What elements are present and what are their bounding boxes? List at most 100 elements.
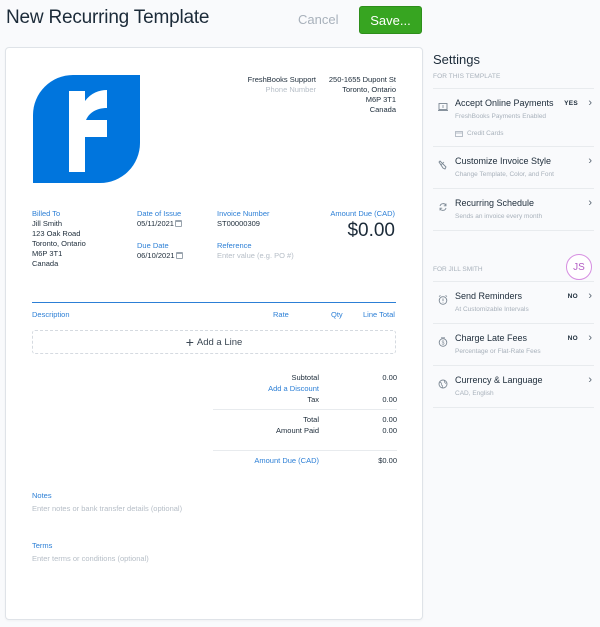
date-of-issue: Date of Issue 05/11/2021: [137, 209, 182, 229]
company-info[interactable]: FreshBooks Support Phone Number: [226, 75, 316, 95]
discount-row: Add a Discount: [213, 383, 397, 394]
phone-field[interactable]: Phone Number: [226, 85, 316, 95]
tax-row: Tax 0.00: [213, 394, 397, 405]
tax-value: 0.00: [382, 395, 397, 404]
terms-label: Terms: [32, 541, 53, 550]
due-date: Due Date 06/10/2021: [137, 241, 183, 261]
total-row: Total 0.00: [213, 414, 397, 425]
total-label: Total: [303, 415, 319, 424]
subtotal-row: Subtotal 0.00: [213, 372, 397, 383]
chevron-right-icon: ›: [588, 290, 592, 302]
terms-input[interactable]: Enter terms or conditions (optional): [32, 554, 149, 564]
billed-line: Canada: [32, 259, 59, 268]
address-line: 250-1655 Dupont St: [328, 75, 396, 84]
status-badge: NO: [567, 293, 578, 300]
client-section-header: FOR JILL SMITH JS: [433, 252, 594, 282]
reference-label: Reference: [217, 241, 252, 250]
chevron-right-icon: ›: [588, 374, 592, 386]
date-of-issue-field[interactable]: 05/11/2021: [137, 219, 182, 229]
company-address[interactable]: 250-1655 Dupont St Toronto, Ontario M6P …: [306, 75, 396, 115]
amount-due-footer-label: Amount Due (CAD): [254, 456, 319, 465]
setting-title: Customize Invoice Style: [455, 156, 552, 166]
totals-divider: [213, 409, 397, 410]
online-payment-icon: [438, 99, 448, 111]
calendar-icon[interactable]: [174, 220, 182, 227]
amount-paid-value: 0.00: [382, 426, 397, 435]
page-title: New Recurring Template: [6, 7, 210, 28]
due-date-label: Due Date: [137, 241, 169, 250]
date-of-issue-label: Date of Issue: [137, 209, 182, 218]
setting-subtitle: Change Template, Color, and Font: [455, 171, 554, 178]
terms-section: Terms Enter terms or conditions (optiona…: [32, 541, 149, 564]
totals-section: Subtotal 0.00 Add a Discount Tax 0.00 To…: [213, 372, 397, 466]
column-description: Description: [32, 310, 70, 319]
billed-to[interactable]: Billed To Jill Smith 123 Oak Road Toront…: [32, 209, 86, 269]
plus-icon: +: [185, 334, 194, 350]
column-qty: Qty: [331, 310, 343, 319]
reference: Reference Enter value (e.g. PO #): [217, 241, 294, 261]
avatar[interactable]: JS: [566, 254, 592, 280]
amount-paid-label: Amount Paid: [276, 426, 319, 435]
svg-text:$: $: [442, 340, 445, 346]
reference-input[interactable]: Enter value (e.g. PO #): [217, 251, 294, 261]
setting-title: Recurring Schedule: [455, 198, 535, 208]
add-discount-link[interactable]: Add a Discount: [213, 383, 319, 394]
address-line: M6P 3T1: [365, 95, 396, 104]
late-fee-icon: $: [438, 334, 448, 347]
save-button[interactable]: Save...: [359, 6, 422, 34]
billed-line: 123 Oak Road: [32, 229, 81, 238]
column-rate: Rate: [273, 310, 289, 319]
due-date-field[interactable]: 06/10/2021: [137, 251, 183, 261]
globe-icon: [438, 376, 448, 389]
invoice-number-label: Invoice Number: [217, 209, 270, 218]
cancel-button[interactable]: Cancel: [298, 12, 338, 27]
notes-label: Notes: [32, 491, 52, 500]
billed-line: Jill Smith: [32, 219, 63, 228]
add-line-button[interactable]: + Add a Line: [32, 330, 396, 354]
chevron-right-icon: ›: [588, 197, 592, 209]
setting-subtitle: At Customizable Intervals: [455, 306, 529, 313]
invoice-card: FreshBooks Support Phone Number 250-1655…: [5, 47, 423, 620]
settings-panel: Settings FOR THIS TEMPLATE Accept Online…: [433, 52, 594, 408]
credit-cards-label: Credit Cards: [467, 130, 504, 137]
setting-customize-invoice-style[interactable]: Customize Invoice Style Change Template,…: [433, 147, 594, 189]
date-of-issue-value: 05/11/2021: [137, 219, 174, 228]
paint-brush-icon: [438, 157, 448, 170]
line-items-divider: [32, 302, 396, 303]
column-line-total: Line Total: [363, 310, 395, 319]
chevron-right-icon: ›: [588, 97, 592, 109]
credit-cards-option[interactable]: Credit Cards: [455, 130, 594, 137]
setting-subtitle: Percentage or Flat-Rate Fees: [455, 348, 541, 355]
setting-currency-language[interactable]: Currency & Language CAD, English ›: [433, 366, 594, 408]
setting-recurring-schedule[interactable]: Recurring Schedule Sends an invoice ever…: [433, 189, 594, 231]
notes-section: Notes Enter notes or bank transfer detai…: [32, 491, 182, 514]
amount-due-footer-value: $0.00: [378, 456, 397, 465]
invoice-number-field[interactable]: ST00000309: [217, 219, 270, 229]
address-line: Toronto, Ontario: [342, 85, 396, 94]
setting-subtitle: CAD, English: [455, 390, 494, 397]
address-line: Canada: [369, 105, 396, 114]
setting-charge-late-fees[interactable]: $ Charge Late Fees Percentage or Flat-Ra…: [433, 324, 594, 366]
freshbooks-logo-icon[interactable]: [33, 75, 140, 183]
setting-subtitle: Sends an invoice every month: [455, 213, 543, 220]
company-name: FreshBooks Support: [247, 75, 316, 84]
notes-input[interactable]: Enter notes or bank transfer details (op…: [32, 504, 182, 514]
setting-title: Currency & Language: [455, 375, 543, 385]
calendar-icon[interactable]: [175, 252, 183, 259]
client-section-heading: FOR JILL SMITH: [433, 266, 483, 273]
amount-due-label: Amount Due (CAD): [330, 209, 395, 218]
status-badge: YES: [564, 100, 578, 107]
setting-accept-online-payments[interactable]: Accept Online Payments FreshBooks Paymen…: [433, 89, 594, 147]
chevron-right-icon: ›: [588, 332, 592, 344]
invoice-number: Invoice Number ST00000309: [217, 209, 270, 229]
tax-label: Tax: [307, 395, 319, 404]
due-date-value: 06/10/2021: [137, 251, 175, 260]
recurring-icon: [438, 199, 448, 211]
amount-due-row: Amount Due (CAD) $0.00: [213, 455, 397, 466]
alarm-clock-icon: [438, 292, 448, 305]
total-value: 0.00: [382, 415, 397, 424]
setting-send-reminders[interactable]: Send Reminders At Customizable Intervals…: [433, 282, 594, 324]
billed-line: Toronto, Ontario: [32, 239, 86, 248]
template-section-heading: FOR THIS TEMPLATE: [433, 73, 594, 89]
amount-due: Amount Due (CAD) $0.00: [330, 209, 395, 242]
